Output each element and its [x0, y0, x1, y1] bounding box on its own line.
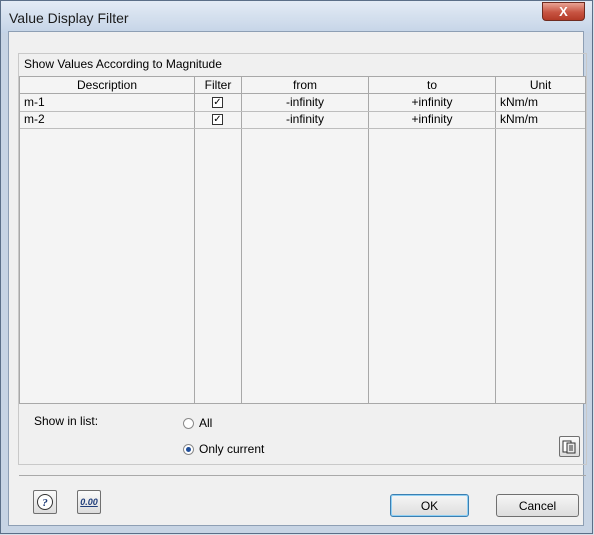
close-icon: X [559, 4, 568, 19]
header-unit[interactable]: Unit [496, 77, 585, 94]
radio-all[interactable] [183, 418, 194, 429]
help-icon: ? [37, 494, 53, 510]
row-description[interactable]: m-2 [24, 111, 45, 128]
header-to[interactable]: to [369, 77, 495, 94]
checkbox-checked-icon[interactable]: ✓ [212, 97, 223, 108]
close-button[interactable]: X [542, 2, 585, 21]
checkbox-checked-icon[interactable]: ✓ [212, 114, 223, 125]
radio-only-current-label[interactable]: Only current [199, 442, 264, 456]
cancel-button[interactable]: Cancel [496, 494, 579, 517]
decimals-button[interactable]: 0.00 [77, 490, 101, 514]
ok-button[interactable]: OK [390, 494, 469, 517]
show-in-list-label: Show in list: [34, 414, 99, 428]
header-filter[interactable]: Filter [195, 77, 241, 94]
title-bar[interactable]: Value Display Filter X [1, 1, 592, 33]
row-unit: kNm/m [500, 112, 538, 126]
header-from[interactable]: from [242, 77, 368, 94]
row-to[interactable]: +infinity [369, 94, 495, 111]
footer-separator [19, 475, 586, 476]
row-from[interactable]: -infinity [242, 111, 368, 128]
row-description[interactable]: m-1 [24, 94, 45, 111]
window-title: Value Display Filter [9, 10, 129, 26]
help-button[interactable]: ? [33, 490, 57, 514]
row-unit: kNm/m [500, 95, 538, 109]
decimals-icon: 0.00 [80, 497, 98, 507]
radio-all-label[interactable]: All [199, 416, 212, 430]
group-title: Show Values According to Magnitude [24, 57, 222, 71]
values-table: Description Filter from to Unit m-1 ✓ -i… [19, 76, 586, 404]
row-to[interactable]: +infinity [369, 111, 495, 128]
svg-text:?: ? [42, 497, 48, 509]
header-description[interactable]: Description [20, 77, 194, 94]
radio-only-current[interactable] [183, 444, 194, 455]
export-icon [562, 440, 576, 454]
export-button[interactable] [559, 436, 580, 457]
row-from[interactable]: -infinity [242, 94, 368, 111]
